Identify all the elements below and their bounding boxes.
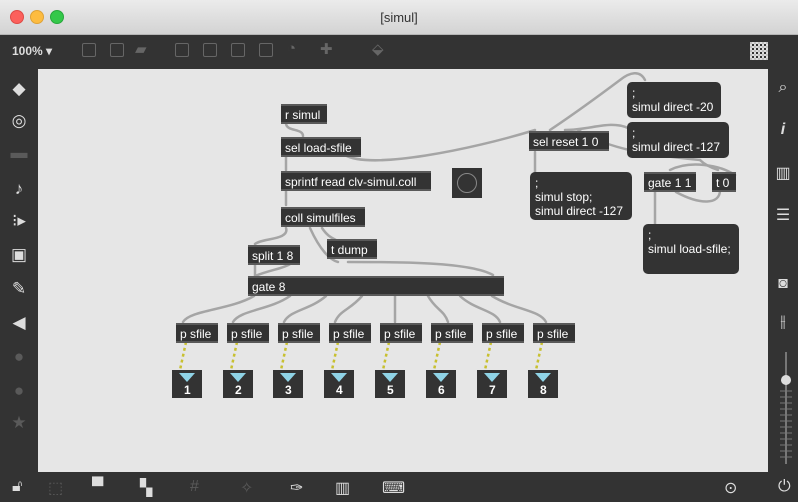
new-object-icon[interactable]	[82, 43, 96, 57]
film-icon[interactable]: ▬	[0, 143, 38, 163]
triangle-icon	[382, 373, 398, 382]
message-stop[interactable]: ; simul stop; simul direct -127	[530, 172, 632, 220]
target-icon[interactable]: ◎	[0, 111, 38, 131]
volume-slider[interactable]	[776, 350, 798, 466]
columns-icon[interactable]: ▥	[768, 163, 798, 183]
play-box-icon[interactable]	[231, 43, 245, 57]
p-sfile-object[interactable]: p sfile	[176, 323, 218, 343]
play-icon[interactable]: ⊙	[724, 478, 737, 498]
vst-icon[interactable]: ●	[0, 347, 38, 367]
triangle-icon	[179, 373, 195, 382]
number-box[interactable]: 2	[223, 370, 253, 398]
sprintf-object[interactable]: sprintf read clv-simul.coll	[281, 171, 431, 191]
number-box[interactable]: 8	[528, 370, 558, 398]
dial-icon[interactable]: ◔	[287, 40, 296, 57]
triangle-icon	[484, 373, 500, 382]
bang-circle-icon	[457, 173, 477, 193]
receive-simul-object[interactable]: r simul	[281, 104, 327, 124]
bang-icon[interactable]	[203, 43, 217, 57]
paint-bucket-icon[interactable]: ⬙	[372, 40, 384, 58]
p-sfile-object[interactable]: p sfile	[380, 323, 422, 343]
image-icon[interactable]: ▣	[0, 245, 38, 265]
triangle-icon	[280, 373, 296, 382]
number-box[interactable]: 4	[324, 370, 354, 398]
p-sfile-object[interactable]: p sfile	[329, 323, 371, 343]
trigger-dump-object[interactable]: t dump	[327, 239, 377, 259]
sel-reset-object[interactable]: sel reset 1 0	[529, 131, 609, 151]
presentation-icon[interactable]: ⬚	[48, 478, 63, 498]
triangle-icon	[331, 373, 347, 382]
gate8-object[interactable]: gate 8	[248, 276, 504, 296]
list-icon[interactable]: ☰	[768, 205, 798, 225]
number-box[interactable]: 3	[273, 370, 303, 398]
gate11-object[interactable]: gate 1 1	[644, 172, 696, 192]
bottom-toolbar: 🔓︎ ⬚ ▀ ▚ # ✧ ✑ ▥ ⌨ ⊙ ⏻	[0, 472, 798, 502]
coll-object[interactable]: coll simulfiles	[281, 207, 365, 227]
layers-icon[interactable]: ▚	[140, 478, 152, 498]
message-direct-127[interactable]: ; simul direct -127	[627, 122, 729, 158]
mixer-icon[interactable]: ⫲	[768, 313, 798, 331]
comment-box-icon[interactable]: ▰	[135, 40, 147, 58]
number-box[interactable]: 6	[426, 370, 456, 398]
plugin-icon[interactable]: ●	[0, 381, 38, 401]
music-note-icon[interactable]: ♪	[0, 179, 38, 199]
add-object-icon[interactable]: ✚	[320, 40, 333, 58]
piano-icon[interactable]: ▥	[335, 478, 350, 498]
patcher-toolbar: 100% ▾ ▰ ◔ ✚ ⬙	[0, 35, 798, 69]
triangle-icon	[230, 373, 246, 382]
playlist-icon[interactable]: ⁝▸	[0, 211, 38, 231]
message-direct-20[interactable]: ; simul direct -20	[627, 82, 721, 118]
plug-icon[interactable]: ◀	[0, 313, 38, 333]
zoom-menu[interactable]: 100% ▾	[12, 44, 52, 58]
window-title: [simul]	[380, 10, 418, 25]
p-sfile-object[interactable]: p sfile	[482, 323, 524, 343]
camera-icon[interactable]: ◙	[768, 275, 798, 293]
left-sidebar: ◆ ◎ ▬ ♪ ⁝▸ ▣ ✎ ◀ ● ● ★	[0, 69, 38, 472]
number-box[interactable]: 1	[172, 370, 202, 398]
p-sfile-object[interactable]: p sfile	[431, 323, 473, 343]
message-box-icon[interactable]	[110, 43, 124, 57]
split-object[interactable]: split 1 8	[248, 245, 300, 265]
bang-button[interactable]	[452, 168, 482, 198]
lock-icon[interactable]: 🔓︎	[12, 478, 22, 496]
number-box[interactable]: 5	[375, 370, 405, 398]
triangle-icon	[433, 373, 449, 382]
p-sfile-object[interactable]: p sfile	[227, 323, 269, 343]
slider-icon[interactable]	[259, 43, 273, 57]
power-icon[interactable]: ⏻	[778, 478, 791, 496]
number-box[interactable]: 7	[477, 370, 507, 398]
cube-icon[interactable]: ◆	[0, 79, 38, 99]
star-icon[interactable]: ★	[0, 413, 38, 433]
info-icon[interactable]: i	[768, 121, 798, 139]
keyboard-icon[interactable]: ⌨	[382, 478, 405, 498]
paperclip-icon[interactable]: ✎	[0, 279, 38, 299]
message-load-sfile[interactable]: ; simul load-sfile;	[643, 224, 739, 274]
toggle-icon[interactable]	[175, 43, 189, 57]
title-bar: [simul]	[0, 0, 798, 35]
grid-view-icon[interactable]	[750, 42, 768, 60]
snap-icon[interactable]: ✧	[240, 478, 253, 498]
search-icon[interactable]: ⌕	[768, 79, 798, 97]
comment-icon[interactable]: ▀	[92, 478, 103, 496]
p-sfile-object[interactable]: p sfile	[533, 323, 575, 343]
grid-icon[interactable]: #	[190, 478, 199, 496]
wrench-icon[interactable]: ✑	[290, 478, 303, 498]
p-sfile-object[interactable]: p sfile	[278, 323, 320, 343]
triangle-icon	[535, 373, 551, 382]
trigger-zero-object[interactable]: t 0	[712, 172, 736, 192]
sel-load-sfile-object[interactable]: sel load-sfile	[281, 137, 361, 157]
